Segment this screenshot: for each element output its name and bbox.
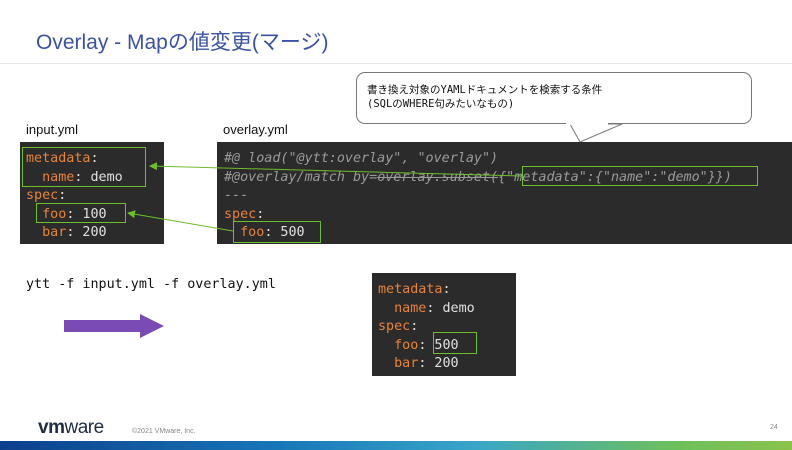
- result-key-bar: bar: [394, 356, 419, 371]
- ytt-command: ytt -f input.yml -f overlay.yml: [26, 277, 276, 292]
- footer-gradient-bar: [0, 441, 792, 450]
- logo-vm: vm: [38, 417, 65, 438]
- connector-lines: [127, 162, 523, 232]
- copyright: ©2021 VMware, Inc.: [132, 428, 196, 435]
- metadata-match-connector: [149, 162, 523, 177]
- vmware-logo: vmware: [38, 417, 104, 439]
- result-code-block: metadata: name: demo spec: foo: 500 bar:…: [372, 273, 516, 376]
- result-key-foo: foo: [394, 337, 419, 353]
- result-value-name: demo: [434, 300, 475, 316]
- result-key-spec: spec: [378, 319, 411, 334]
- result-key-metadata: metadata: [378, 282, 443, 297]
- result-foo-highlight: [433, 332, 477, 354]
- result-value-bar: 200: [426, 356, 459, 371]
- right-arrow-icon: [64, 314, 164, 338]
- foo-merge-connector: [127, 210, 234, 232]
- logo-ware: ware: [64, 417, 104, 438]
- result-key-name: name: [394, 300, 427, 316]
- page-number: 24: [770, 424, 778, 431]
